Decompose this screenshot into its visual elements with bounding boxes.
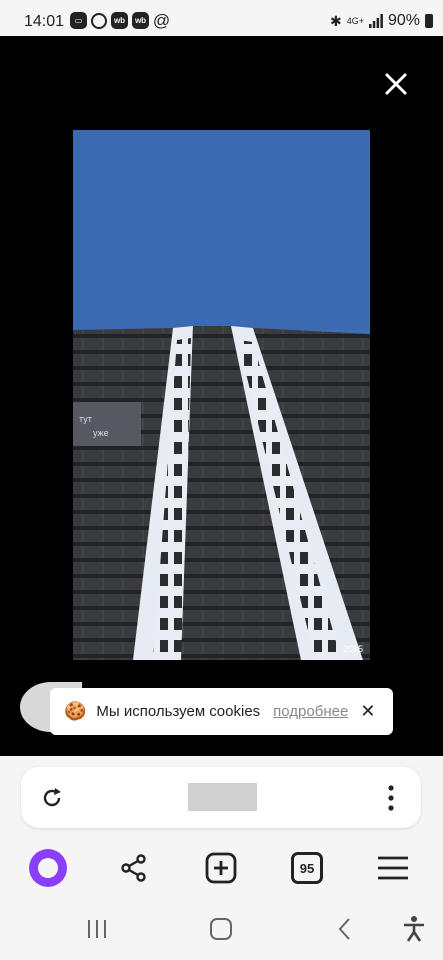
image-viewer: тут уже 2015 🍪 Мы используем cookies под… [0, 36, 443, 756]
close-icon[interactable] [378, 66, 414, 102]
wb-icon: wb [111, 12, 128, 29]
svg-text:тут: тут [79, 414, 92, 424]
more-menu-icon[interactable] [379, 783, 403, 813]
battery-level: 90% [387, 12, 420, 29]
close-icon[interactable]: ✕ [360, 701, 375, 722]
recent-apps-icon[interactable] [82, 914, 112, 944]
hamburger-menu-icon [378, 856, 408, 880]
signal-icon [368, 14, 383, 28]
wb-icon: wb [132, 12, 149, 29]
building-photo: тут уже 2015 [73, 130, 370, 660]
bottom-toolbar: 95 [0, 840, 443, 898]
menu-button[interactable] [371, 846, 415, 890]
cookie-text: Мы используем cookies [96, 703, 261, 720]
accessibility-icon[interactable] [399, 914, 429, 944]
system-navigation [0, 898, 443, 960]
svg-text:уже: уже [93, 428, 109, 438]
tabs-button[interactable]: 95 [285, 846, 329, 890]
cookie-icon: 🍪 [64, 701, 87, 721]
reload-icon[interactable] [39, 785, 65, 811]
share-icon [121, 854, 146, 882]
bluetooth-icon: ✱ [329, 12, 342, 29]
mail-at-icon: @ [152, 10, 171, 30]
address-bar[interactable] [21, 767, 421, 828]
back-icon[interactable] [330, 914, 360, 944]
address-area [0, 756, 443, 840]
battery-icon [425, 14, 433, 28]
system-status: ✱ 4G+ 90% [330, 12, 433, 30]
share-button[interactable] [112, 846, 156, 890]
tabs-count: 95 [291, 852, 323, 884]
app-notification-icon: ▭ [70, 12, 87, 29]
check-circle-icon [91, 12, 107, 29]
photo-watermark: 2015 [343, 644, 363, 654]
plus-box-icon [205, 852, 237, 884]
notification-icons: ▭ wb wb @ [70, 10, 171, 30]
new-tab-button[interactable] [199, 846, 243, 890]
network-type: 4G+ [346, 16, 364, 26]
alice-icon [29, 849, 67, 887]
status-time: 14:01 [24, 13, 65, 30]
home-icon[interactable] [206, 914, 236, 944]
alice-button[interactable] [26, 846, 70, 890]
cookie-banner: 🍪 Мы используем cookies подробнее ✕ [50, 688, 393, 735]
cookie-details-link[interactable]: подробнее [273, 703, 348, 720]
status-bar: 14:01 ▭ wb wb @ ✱ 4G+ 90% [0, 0, 443, 36]
url-text[interactable] [188, 783, 257, 811]
